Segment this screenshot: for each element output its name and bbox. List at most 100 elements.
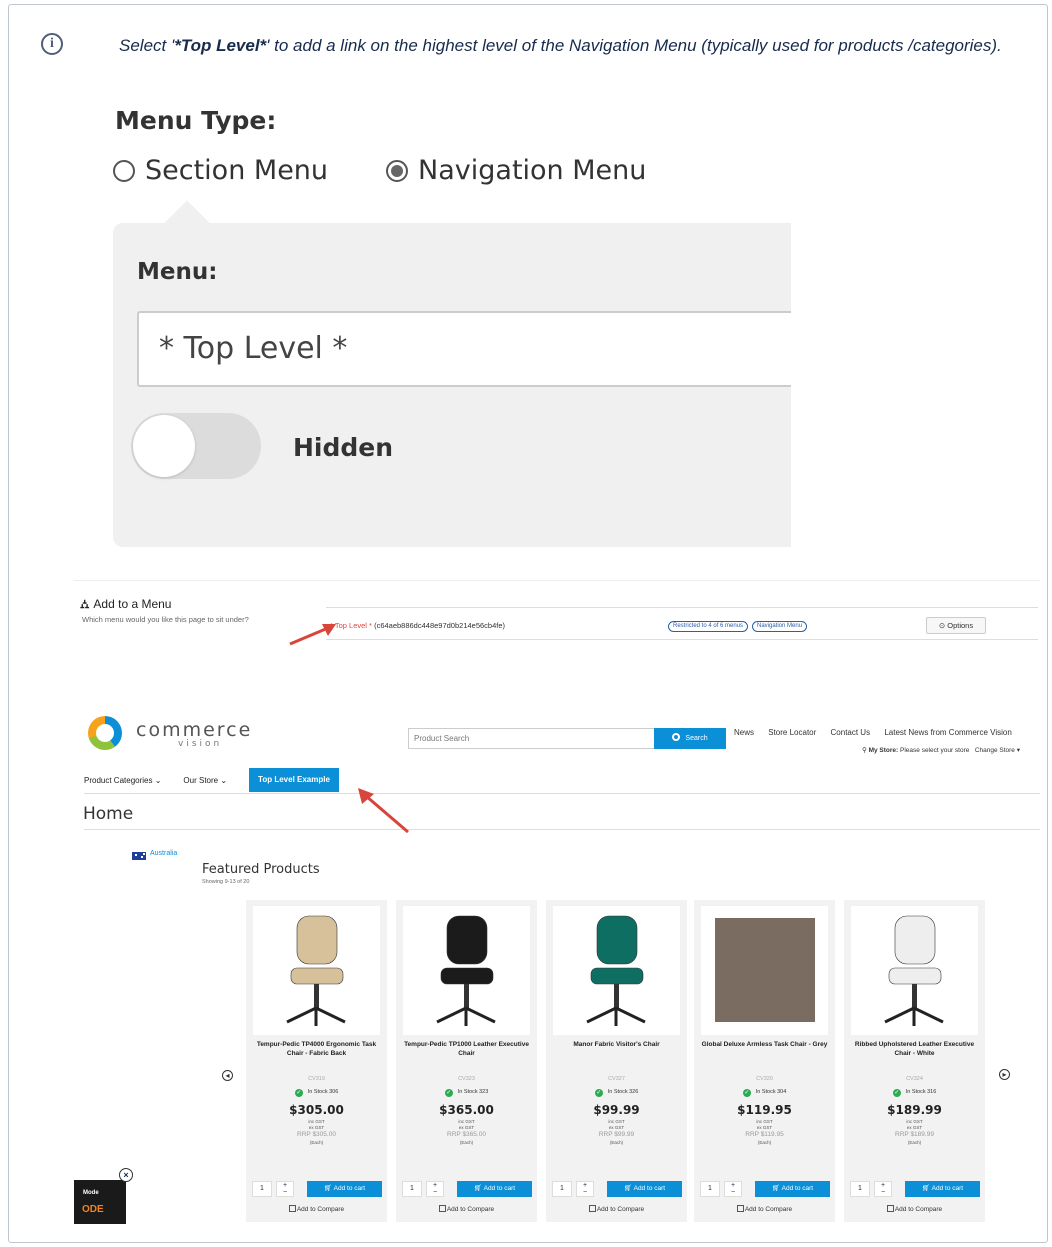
product-rrp: RRP $365.00 (447, 1131, 486, 1138)
tax-note: inc GST ex GST (608, 1119, 625, 1130)
product-rrp: RRP $189.99 (895, 1131, 934, 1138)
featured-products-title: Featured Products (202, 862, 320, 877)
product-price: $119.95 (737, 1103, 792, 1117)
commerce-vision-logo-icon[interactable] (88, 716, 122, 750)
product-name[interactable]: Global Deluxe Armless Task Chair - Grey (699, 1040, 830, 1049)
product-rrp: RRP $99.99 (598, 1131, 635, 1138)
sitemap-icon: ⛼ (80, 597, 90, 611)
page-title: Home (83, 804, 134, 824)
quantity-stepper[interactable]: + − (276, 1181, 294, 1197)
hidden-toggle-label: Hidden (293, 433, 394, 462)
quantity-input[interactable]: 1 (252, 1181, 272, 1197)
section-menu-label: Section Menu (145, 155, 329, 186)
featured-products-count: Showing 9-13 of 20 (202, 879, 250, 885)
close-icon[interactable]: × (119, 1168, 133, 1182)
chair-image (884, 915, 944, 1026)
nav-product-categories[interactable]: Product Categories ⌄ (84, 776, 161, 785)
carousel-prev-icon[interactable]: ◂ (222, 1070, 233, 1081)
product-image[interactable] (403, 906, 530, 1035)
product-name[interactable]: Tempur-Pedic TP1000 Leather Executive Ch… (401, 1040, 532, 1058)
product-name[interactable]: Manor Fabric Visitor's Chair (551, 1040, 682, 1049)
add-to-menu-screenshot: ⛼ Add to a Menu Which menu would you like… (74, 580, 1040, 648)
top-link-news[interactable]: News (734, 728, 754, 737)
top-link-latest-news[interactable]: Latest News from Commerce Vision (884, 728, 1011, 737)
search-icon (672, 733, 681, 741)
search-button[interactable]: Search (654, 728, 726, 749)
add-to-compare-checkbox[interactable]: Add to Compare (396, 1205, 537, 1213)
product-code: CV323 (458, 1076, 475, 1082)
quantity-input[interactable]: 1 (700, 1181, 720, 1197)
hidden-toggle[interactable] (131, 413, 261, 479)
logo-subtext: vision (178, 739, 223, 749)
quantity-input[interactable]: 1 (402, 1181, 422, 1197)
country-link[interactable]: Australia (150, 850, 177, 857)
cart-icon: 🛒︎ (623, 1185, 633, 1192)
promo-badge[interactable]: Mode ODE (74, 1180, 126, 1224)
product-code: CV319 (308, 1076, 325, 1082)
cart-icon: 🛒︎ (771, 1185, 781, 1192)
add-to-cart-button[interactable]: 🛒︎ Add to cart (457, 1181, 532, 1197)
top-link-contact-us[interactable]: Contact Us (831, 728, 871, 737)
add-to-menu-subtitle: Which menu would you like this page to s… (82, 615, 249, 624)
check-icon: ✓ (294, 1089, 303, 1097)
tax-note: inc GST ex GST (308, 1119, 325, 1130)
navigation-menu-pill: Navigation Menu (752, 621, 808, 632)
chair-image (586, 915, 646, 1026)
add-to-compare-checkbox[interactable]: Add to Compare (246, 1205, 387, 1213)
add-to-cart-button[interactable]: 🛒︎ Add to cart (307, 1181, 382, 1197)
stock-status: ✓ In Stock 316 (892, 1089, 937, 1097)
product-image[interactable] (253, 906, 380, 1035)
product-image[interactable] (553, 906, 680, 1035)
check-icon: ✓ (594, 1089, 603, 1097)
tax-note: inc GST ex GST (906, 1119, 923, 1130)
navigation-menu-radio[interactable] (386, 159, 409, 182)
navigation-menu-label: Navigation Menu (418, 155, 647, 186)
menu-type-zoom-screenshot: Menu Type: Section Menu Navigation Menu … (91, 83, 791, 561)
add-to-compare-checkbox[interactable]: Add to Compare (546, 1205, 687, 1213)
restricted-pill: Restricted to 4 of 6 menus (668, 621, 749, 632)
menu-select-field[interactable]: * Top Level * (137, 311, 791, 387)
product-search-input[interactable]: Product Search (408, 728, 654, 749)
product-card: Tempur-Pedic TP1000 Leather Executive Ch… (396, 900, 537, 1222)
chevron-down-icon: ⌄ (220, 775, 228, 785)
unit-note: (Each) (609, 1140, 624, 1145)
product-code: CV327 (608, 1076, 625, 1082)
add-to-cart-button[interactable]: 🛒︎ Add to cart (755, 1181, 830, 1197)
selected-menu-value[interactable]: * Top Level * (c64aeb886dc448e97d0b214e5… (330, 621, 505, 630)
product-card: Global Deluxe Armless Task Chair - Grey C… (694, 900, 835, 1222)
add-to-compare-checkbox[interactable]: Add to Compare (844, 1205, 985, 1213)
product-code: CV320 (756, 1076, 773, 1082)
product-image[interactable] (701, 906, 828, 1035)
stock-status: ✓ In Stock 306 (294, 1089, 339, 1097)
quantity-stepper[interactable]: + − (576, 1181, 594, 1197)
nav-our-store[interactable]: Our Store ⌄ (183, 776, 227, 785)
stock-status: ✓ In Stock 326 (594, 1089, 639, 1097)
carousel-next-icon[interactable]: ▸ (999, 1069, 1010, 1080)
product-name[interactable]: Tempur-Pedic TP4000 Ergonomic Task Chair… (251, 1040, 382, 1058)
add-to-cart-button[interactable]: 🛒︎ Add to cart (905, 1181, 980, 1197)
chair-image (286, 915, 346, 1026)
quantity-input[interactable]: 1 (850, 1181, 870, 1197)
my-store-bar: ⚲ My Store: Please select your store Cha… (862, 747, 1021, 754)
section-menu-radio[interactable] (113, 159, 135, 182)
quantity-stepper[interactable]: + − (426, 1181, 444, 1197)
options-button[interactable]: ⊙ Options (926, 617, 986, 634)
product-rrp: RRP $119.95 (745, 1131, 784, 1138)
product-name[interactable]: Ribbed Upholstered Leather Executive Cha… (849, 1040, 980, 1058)
add-to-cart-button[interactable]: 🛒︎ Add to cart (607, 1181, 682, 1197)
cart-icon: 🛒︎ (323, 1185, 333, 1192)
quantity-input[interactable]: 1 (552, 1181, 572, 1197)
annotation-arrow-nav (358, 788, 409, 834)
product-image[interactable] (851, 906, 978, 1035)
menu-type-title: Menu Type: (115, 106, 277, 135)
check-icon: ✓ (892, 1089, 901, 1097)
quantity-stepper[interactable]: + − (874, 1181, 892, 1197)
top-link-store-locator[interactable]: Store Locator (768, 728, 816, 737)
nav-top-level-example[interactable]: Top Level Example (249, 768, 339, 792)
product-price: $365.00 (439, 1103, 494, 1117)
change-store-link[interactable]: Change Store (975, 747, 1015, 754)
product-card: Manor Fabric Visitor's Chair CV327 ✓ In Sto… (546, 900, 687, 1222)
add-to-compare-checkbox[interactable]: Add to Compare (694, 1205, 835, 1213)
quantity-stepper[interactable]: + − (724, 1181, 742, 1197)
pin-icon: ⚲ (862, 747, 869, 754)
